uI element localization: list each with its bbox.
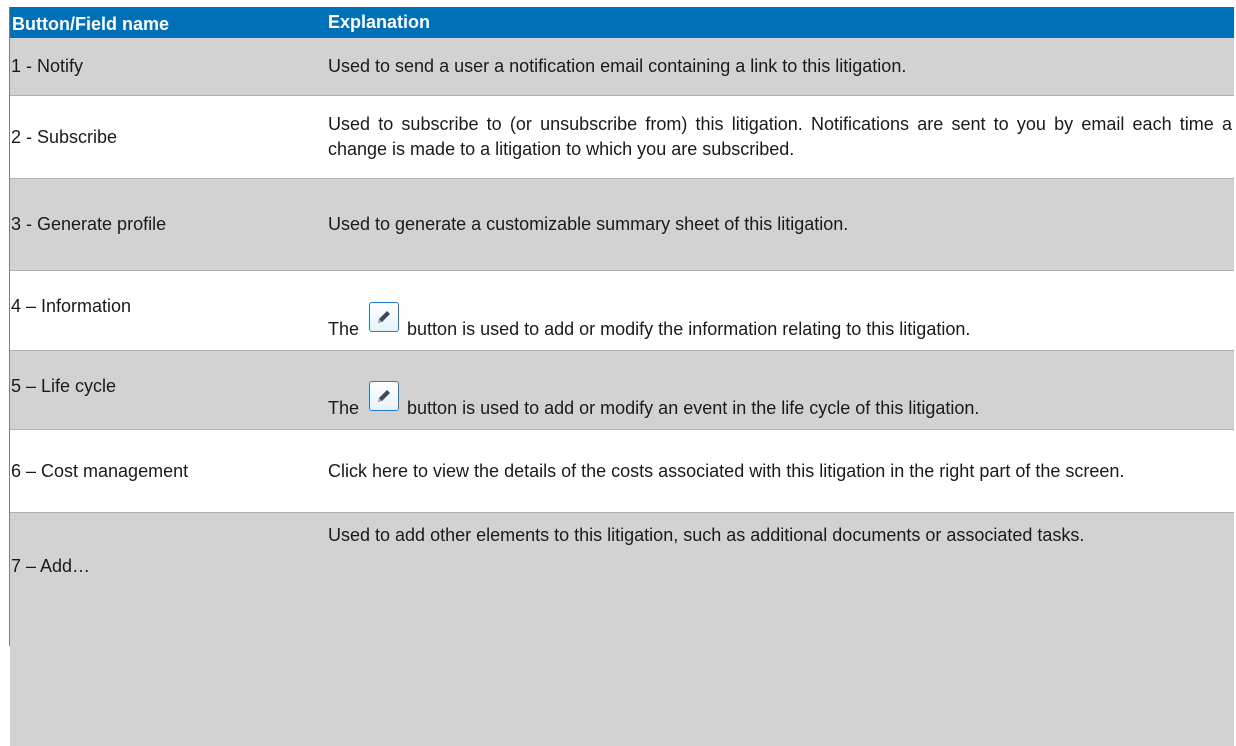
table-header-row: Button/Field name Explanation	[10, 7, 1234, 38]
row-explanation: The button is used to add or modify an ev…	[328, 381, 979, 421]
field-explanation-table: Button/Field name Explanation 1 - Notify…	[9, 7, 1234, 746]
table-row-notify: 1 - Notify Used to send a user a notific…	[10, 38, 1234, 96]
pencil-edit-icon	[369, 302, 400, 332]
row-name: 1 - Notify	[11, 56, 84, 76]
row-name: 3 - Generate profile	[11, 214, 167, 234]
row-explanation: Used to generate a customizable summary …	[328, 214, 849, 234]
header-button-field-name: Button/Field name	[12, 14, 169, 34]
table-row-life-cycle: 5 – Life cycle The button is used to add …	[10, 351, 1234, 430]
row-name: 6 – Cost management	[11, 460, 189, 481]
row-explanation: Click here to view the details of the co…	[328, 460, 1125, 481]
table-row-information: 4 – Information The button is used to add…	[10, 271, 1234, 351]
table-row-add: 7 – Add… Used to add other elements to t…	[10, 513, 1234, 746]
table-row-cost-management: 6 – Cost management Click here to view t…	[10, 430, 1234, 513]
row-name: 5 – Life cycle	[11, 376, 117, 396]
header-explanation: Explanation	[328, 12, 431, 32]
row-name: 7 – Add…	[11, 556, 91, 576]
row-explanation: Used to send a user a notification email…	[328, 56, 907, 76]
row-explanation: The button is used to add or modify the i…	[328, 302, 970, 342]
row-explanation: Used to add other elements to this litig…	[328, 525, 1085, 545]
table-row-subscribe: 2 - Subscribe Used to subscribe to (or u…	[10, 96, 1234, 179]
row-name: 4 – Information	[11, 296, 132, 316]
row-name: 2 - Subscribe	[11, 126, 118, 147]
table-row-generate-profile: 3 - Generate profile Used to generate a …	[10, 179, 1234, 271]
pencil-edit-icon	[369, 381, 400, 411]
row-explanation: Used to subscribe to (or unsubscribe fro…	[328, 114, 1232, 159]
